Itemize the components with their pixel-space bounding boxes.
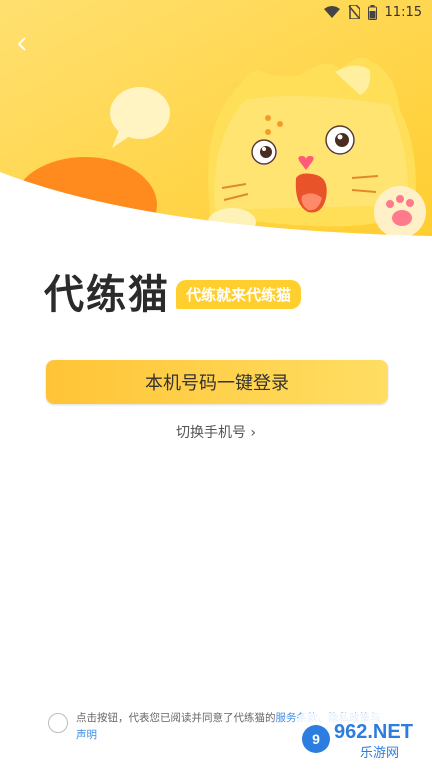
wifi-icon: [323, 6, 340, 18]
svg-text:乐游网: 乐游网: [360, 746, 399, 761]
watermark-logo: 9 962.NET 乐游网: [298, 713, 426, 765]
agree-radio[interactable]: [48, 713, 68, 733]
svg-text:962.NET: 962.NET: [334, 721, 413, 743]
one-tap-login-button[interactable]: 本机号码一键登录: [46, 360, 388, 404]
back-button[interactable]: [8, 30, 36, 58]
no-sim-icon: [347, 5, 360, 19]
svg-text:9: 9: [312, 731, 320, 747]
brand-header: 代练猫 代练就来代练猫: [44, 262, 302, 320]
switch-phone-link[interactable]: 切换手机号 ›: [0, 422, 432, 442]
hero-banner: [0, 0, 432, 240]
battery-icon: [367, 4, 377, 20]
status-time: 11:15: [384, 4, 422, 20]
paw-icon: [374, 186, 426, 238]
agreement-prefix: 点击按钮，代表您已阅读并同意了代练猫的: [76, 712, 276, 724]
cat-illustration: [0, 0, 432, 240]
slogan-badge: 代练就来代练猫: [176, 279, 302, 309]
status-bar: 11:15: [0, 0, 432, 24]
chevron-left-icon: [17, 37, 26, 51]
app-title: 代练猫: [44, 273, 170, 317]
watermark-logo-icon: 9 962.NET 乐游网: [298, 713, 426, 765]
